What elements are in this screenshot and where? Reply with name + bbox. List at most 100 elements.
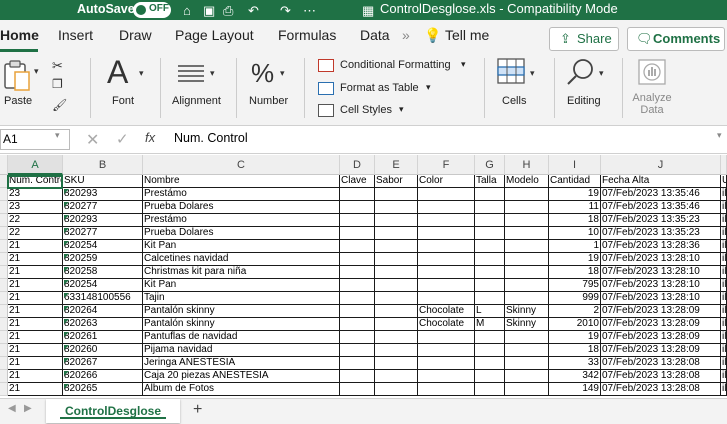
error-indicator-icon[interactable]	[64, 254, 69, 259]
cell[interactable]	[418, 188, 475, 201]
cell[interactable]	[475, 344, 505, 357]
error-indicator-icon[interactable]	[64, 384, 69, 389]
row-header[interactable]	[0, 370, 8, 383]
cell[interactable]: 820265	[63, 383, 143, 396]
column-header-g[interactable]: G	[475, 155, 505, 175]
chevron-down-icon[interactable]: ▾	[399, 104, 404, 115]
cell[interactable]: Skinny	[505, 305, 549, 318]
column-header-j[interactable]: J	[601, 155, 721, 175]
cell[interactable]	[505, 201, 549, 214]
cell[interactable]: 22	[8, 214, 63, 227]
cell[interactable]	[418, 266, 475, 279]
cell[interactable]: il	[721, 266, 727, 279]
column-header-a[interactable]: A	[8, 155, 63, 175]
cell[interactable]: 07/Feb/2023 13:35:23	[601, 214, 721, 227]
row-header[interactable]	[0, 344, 8, 357]
cell[interactable]	[418, 253, 475, 266]
cell[interactable]: 820259	[63, 253, 143, 266]
cell[interactable]: M	[475, 318, 505, 331]
error-indicator-icon[interactable]	[64, 267, 69, 272]
error-indicator-icon[interactable]	[64, 358, 69, 363]
font-icon[interactable]: A	[107, 54, 128, 91]
tab-insert[interactable]: Insert	[58, 27, 93, 43]
error-indicator-icon[interactable]	[64, 202, 69, 207]
error-indicator-icon[interactable]	[64, 215, 69, 220]
cell[interactable]: 07/Feb/2023 13:28:10	[601, 253, 721, 266]
cell[interactable]: 820293	[63, 214, 143, 227]
cell[interactable]	[505, 344, 549, 357]
cancel-icon[interactable]: ✕	[86, 130, 99, 150]
row-header[interactable]	[0, 214, 8, 227]
cell[interactable]	[340, 344, 375, 357]
cell[interactable]	[505, 266, 549, 279]
row-header[interactable]	[0, 227, 8, 240]
cell[interactable]: Prueba Dolares	[143, 201, 340, 214]
column-header-i[interactable]: I	[549, 155, 601, 175]
percent-icon[interactable]: %	[251, 58, 274, 89]
scroll-right-icon[interactable]: ▶	[24, 403, 32, 414]
cell[interactable]	[475, 201, 505, 214]
cell[interactable]: Tajin	[143, 292, 340, 305]
cell[interactable]: 07/Feb/2023 13:35:46	[601, 188, 721, 201]
cell[interactable]	[375, 279, 418, 292]
home-icon[interactable]: ⌂	[183, 3, 191, 18]
tab-page-layout[interactable]: Page Layout	[175, 27, 254, 43]
cell[interactable]	[375, 253, 418, 266]
share-button[interactable]: ⇪ Share	[549, 27, 619, 51]
cell[interactable]	[505, 227, 549, 240]
cell[interactable]	[418, 227, 475, 240]
cell[interactable]: Skinny	[505, 318, 549, 331]
cell[interactable]	[375, 370, 418, 383]
cell[interactable]	[505, 292, 549, 305]
analyze-data-label[interactable]: Analyze Data	[630, 92, 674, 116]
cell[interactable]	[418, 383, 475, 396]
cell[interactable]	[375, 201, 418, 214]
cell[interactable]: 21	[8, 305, 63, 318]
chevron-down-icon[interactable]: ▾	[599, 68, 604, 79]
row-header[interactable]	[0, 357, 8, 370]
format-painter-icon[interactable]: 🖌	[52, 98, 67, 112]
search-icon[interactable]	[566, 57, 596, 92]
cell[interactable]	[505, 214, 549, 227]
cell[interactable]: 21	[8, 331, 63, 344]
cell[interactable]	[375, 227, 418, 240]
scroll-left-icon[interactable]: ◀	[8, 403, 16, 414]
cell[interactable]: 820261	[63, 331, 143, 344]
cell[interactable]: Fecha Alta	[601, 175, 721, 188]
error-indicator-icon[interactable]	[64, 228, 69, 233]
row-header[interactable]	[0, 253, 8, 266]
cell[interactable]	[340, 214, 375, 227]
column-header-d[interactable]: D	[340, 155, 375, 175]
save-icon[interactable]: ▣	[203, 3, 215, 19]
spreadsheet-grid[interactable]: A B C D E F G H I J Num. Control SKU Nombr…	[0, 155, 727, 398]
error-indicator-icon[interactable]	[64, 293, 69, 298]
cell[interactable]	[340, 331, 375, 344]
cell[interactable]: 21	[8, 253, 63, 266]
cell[interactable]	[375, 318, 418, 331]
cell[interactable]	[340, 240, 375, 253]
cell[interactable]	[340, 188, 375, 201]
cell[interactable]: 07/Feb/2023 13:28:09	[601, 305, 721, 318]
row-header[interactable]	[0, 266, 8, 279]
cell[interactable]: il	[721, 214, 727, 227]
cell[interactable]: il	[721, 357, 727, 370]
cell[interactable]	[475, 227, 505, 240]
cell[interactable]	[375, 383, 418, 396]
tab-home[interactable]: Home	[0, 27, 39, 43]
cell[interactable]: 23	[8, 188, 63, 201]
error-indicator-icon[interactable]	[64, 306, 69, 311]
cell[interactable]: il	[721, 370, 727, 383]
cell[interactable]	[505, 383, 549, 396]
cell[interactable]: 07/Feb/2023 13:28:36	[601, 240, 721, 253]
cell[interactable]: Kit Pan	[143, 279, 340, 292]
cell[interactable]	[505, 370, 549, 383]
cell[interactable]: 820263	[63, 318, 143, 331]
formula-input[interactable]: Num. Control	[174, 131, 248, 145]
error-indicator-icon[interactable]	[64, 280, 69, 285]
cell[interactable]: Talla	[475, 175, 505, 188]
overflow-icon[interactable]: »	[402, 27, 410, 43]
select-all-corner[interactable]	[0, 155, 8, 175]
confirm-icon[interactable]: ✓	[116, 130, 129, 148]
cell[interactable]	[340, 370, 375, 383]
cell[interactable]: 07/Feb/2023 13:28:10	[601, 292, 721, 305]
